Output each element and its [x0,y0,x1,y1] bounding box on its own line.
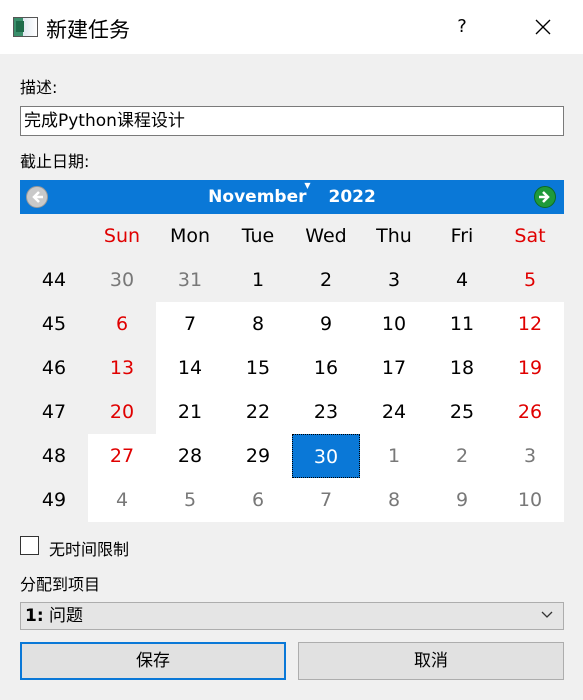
week-number: 47 [20,390,88,434]
project-name: 问题 [49,606,84,626]
cancel-button[interactable]: 取消 [298,642,564,680]
calendar-day[interactable]: 2 [428,434,496,478]
next-month-button[interactable] [534,186,556,208]
calendar-day[interactable]: 27 [88,434,156,478]
calendar-day[interactable]: 10 [496,478,564,522]
no-time-limit-checkbox[interactable] [20,536,39,555]
calendar-grid: Sun Mon Tue Wed Thu Fri Sat 44 30 31 1 2 3 4 5 45 6 7 8 9 10… [20,214,564,522]
calendar-day[interactable]: 17 [360,346,428,390]
window-title: 新建任务 [46,18,130,42]
help-button[interactable]: ? [447,12,477,42]
close-icon [535,19,551,35]
calendar-day[interactable]: 16 [292,346,360,390]
calendar-day[interactable]: 10 [360,302,428,346]
previous-month-button[interactable] [26,186,48,208]
save-button[interactable]: 保存 [20,642,286,680]
weeknum-header-cell [20,214,88,258]
calendar-day[interactable]: 18 [428,346,496,390]
description-input[interactable]: 完成Python课程设计 [20,106,564,136]
calendar-day[interactable]: 1 [224,258,292,302]
arrow-right-icon [539,191,550,203]
calendar-day[interactable]: 20 [88,390,156,434]
description-label: 描述: [20,78,58,97]
calendar-day[interactable]: 24 [360,390,428,434]
calendar-day[interactable]: 5 [156,478,224,522]
title-bar: 新建任务 ? [0,0,583,54]
month-year-display: November ▼ 2022 [20,180,564,214]
project-number: 1: [25,606,44,626]
weekday-header: Sun [88,214,156,258]
year-selector[interactable]: 2022 [329,187,376,207]
calendar-navigation-bar: November ▼ 2022 [20,180,564,214]
calendar-day[interactable]: 7 [292,478,360,522]
calendar-day[interactable]: 8 [360,478,428,522]
month-selector[interactable]: November ▼ [208,181,310,207]
calendar-day[interactable]: 1 [360,434,428,478]
close-button[interactable] [528,12,558,42]
calendar-day[interactable]: 9 [428,478,496,522]
no-time-limit-label: 无时间限制 [49,540,130,559]
calendar-day[interactable]: 5 [496,258,564,302]
arrow-left-icon [32,191,43,203]
calendar-day[interactable]: 19 [496,346,564,390]
weekday-header: Sat [496,214,564,258]
month-dropdown-icon: ▼ [304,181,311,190]
week-number: 44 [20,258,88,302]
calendar-day[interactable]: 7 [156,302,224,346]
weekday-header: Fri [428,214,496,258]
weekday-header: Wed [292,214,360,258]
calendar-day[interactable]: 4 [88,478,156,522]
calendar-day[interactable]: 23 [292,390,360,434]
calendar-day[interactable]: 25 [428,390,496,434]
calendar-day[interactable]: 21 [156,390,224,434]
calendar-day[interactable]: 2 [292,258,360,302]
calendar-day[interactable]: 12 [496,302,564,346]
calendar-day[interactable]: 3 [496,434,564,478]
calendar-day[interactable]: 15 [224,346,292,390]
weekday-header: Tue [224,214,292,258]
project-label: 分配到项目 [20,575,101,594]
calendar-day[interactable]: 4 [428,258,496,302]
project-select[interactable]: 1: 问题 [20,602,564,630]
calendar-day[interactable]: 11 [428,302,496,346]
calendar-day[interactable]: 14 [156,346,224,390]
calendar-day[interactable]: 6 [224,478,292,522]
week-number: 49 [20,478,88,522]
calendar-day[interactable]: 3 [360,258,428,302]
calendar-day[interactable]: 30 [292,434,360,478]
week-number: 46 [20,346,88,390]
month-label: November [208,187,307,207]
calendar-day[interactable]: 8 [224,302,292,346]
calendar-day[interactable]: 26 [496,390,564,434]
calendar-day[interactable]: 6 [88,302,156,346]
week-number: 45 [20,302,88,346]
app-icon [13,17,38,37]
deadline-label: 截止日期: [20,152,90,171]
calendar-day[interactable]: 29 [224,434,292,478]
calendar-day[interactable]: 28 [156,434,224,478]
weekday-header: Mon [156,214,224,258]
chevron-down-icon [541,611,553,618]
calendar-day[interactable]: 31 [156,258,224,302]
calendar-day[interactable]: 22 [224,390,292,434]
calendar-day[interactable]: 9 [292,302,360,346]
week-number: 48 [20,434,88,478]
calendar-day[interactable]: 13 [88,346,156,390]
weekday-header: Thu [360,214,428,258]
calendar-day[interactable]: 30 [88,258,156,302]
